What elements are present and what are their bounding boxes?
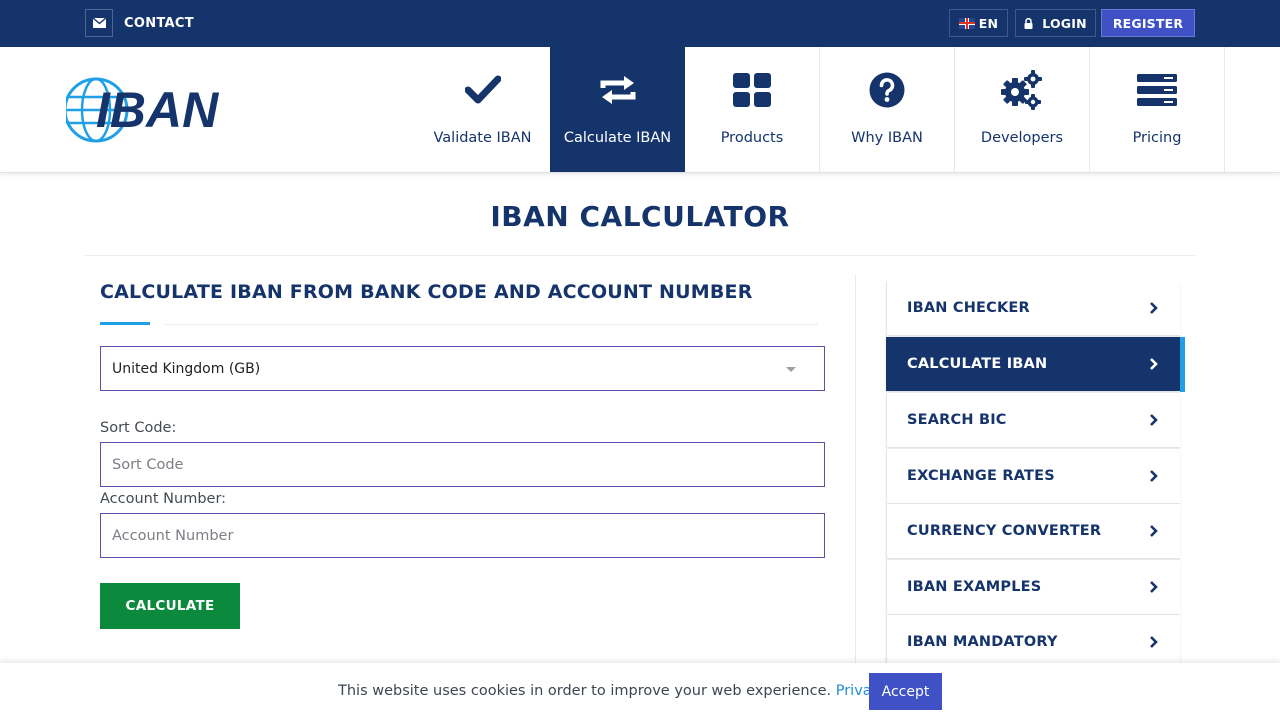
section-divider (165, 324, 818, 325)
dropdown-caret-icon (786, 367, 796, 372)
language-label: EN (978, 15, 999, 31)
cookie-message-text: This website uses cookies in order to im… (338, 683, 832, 699)
nav-validate-iban[interactable]: Validate IBAN (415, 47, 550, 172)
accept-cookies-button[interactable]: Accept (869, 673, 942, 710)
sidebar-item-label: CALCULATE IBAN (907, 356, 1048, 372)
sidebar-item-label: SEARCH BIC (907, 412, 1007, 428)
section-accent-rule (100, 322, 150, 325)
register-button[interactable]: REGISTER (1101, 9, 1195, 37)
question-icon (869, 72, 905, 108)
nav-label: Calculate IBAN (563, 130, 672, 146)
sidebar-item-exchange-rates[interactable]: EXCHANGE RATES (886, 449, 1180, 503)
chevron-right-icon (1149, 580, 1158, 598)
server-stack-icon (1137, 72, 1177, 108)
contact-label: CONTACT (124, 15, 194, 31)
chevron-right-icon (1149, 301, 1158, 319)
login-button[interactable]: LOGIN (1015, 9, 1096, 37)
sort-code-label: Sort Code: (100, 420, 177, 436)
country-select[interactable]: United Kingdom (GB) (100, 346, 825, 391)
sidebar-item-search-bic[interactable]: SEARCH BIC (886, 393, 1180, 447)
lock-icon (1024, 17, 1033, 29)
country-select-value: United Kingdom (GB) (112, 360, 261, 377)
column-divider (855, 275, 856, 675)
sidebar-item-calculate-iban[interactable]: CALCULATE IBAN (886, 337, 1185, 392)
section-title: CALCULATE IBAN FROM BANK CODE AND ACCOUN… (100, 281, 753, 303)
chevron-right-icon (1149, 413, 1158, 431)
nav-label: Why IBAN (851, 130, 923, 146)
sidebar-item-label: IBAN EXAMPLES (907, 579, 1042, 595)
nav-label: Pricing (1132, 130, 1182, 146)
language-selector[interactable]: EN (949, 9, 1008, 37)
swap-arrows-icon (596, 72, 640, 108)
chevron-right-icon (1149, 357, 1158, 375)
sidebar-item-label: IBAN MANDATORY (907, 634, 1058, 650)
sidebar-item-iban-examples[interactable]: IBAN EXAMPLES (886, 560, 1180, 614)
chevron-right-icon (1149, 524, 1158, 542)
cookie-banner: This website uses cookies in order to im… (0, 663, 1280, 720)
main-header: IBAN Validate IBAN Calculate IBAN Produc… (0, 47, 1280, 173)
chevron-right-icon (1149, 635, 1158, 653)
chevron-right-icon (1149, 469, 1158, 487)
nav-label: Products (720, 130, 784, 146)
logo-text: IBAN (96, 82, 219, 138)
sidebar-item-label: IBAN CHECKER (907, 300, 1030, 316)
sidebar-item-currency-converter[interactable]: CURRENCY CONVERTER (886, 504, 1180, 558)
nav-developers[interactable]: Developers (955, 47, 1090, 172)
sort-code-input[interactable] (100, 442, 825, 487)
nav-products[interactable]: Products (685, 47, 820, 172)
nav-pricing[interactable]: Pricing (1090, 47, 1225, 172)
nav-label: Validate IBAN (433, 130, 532, 146)
title-divider (85, 255, 1195, 256)
top-bar: CONTACT EN LOGIN REGISTER (0, 0, 1280, 47)
gears-icon (1000, 70, 1044, 110)
nav-calculate-iban[interactable]: Calculate IBAN (550, 47, 685, 172)
sidebar-item-label: CURRENCY CONVERTER (907, 523, 1102, 539)
page-title: IBAN CALCULATOR (490, 200, 790, 233)
nav-label: Developers (980, 130, 1064, 146)
account-number-input[interactable] (100, 513, 825, 558)
envelope-icon (85, 9, 113, 37)
calculate-button[interactable]: CALCULATE (100, 583, 240, 629)
contact-link[interactable]: CONTACT (85, 9, 194, 37)
sidebar-item-iban-mandatory[interactable]: IBAN MANDATORY (886, 615, 1180, 669)
login-label: LOGIN (1042, 15, 1087, 31)
sidebar-item-iban-checker[interactable]: IBAN CHECKER (886, 281, 1180, 335)
checkmark-icon (464, 72, 501, 108)
cookie-message: This website uses cookies in order to im… (338, 683, 936, 699)
iban-logo[interactable]: IBAN (63, 75, 226, 145)
nav-why-iban[interactable]: Why IBAN (820, 47, 955, 172)
uk-flag-icon (958, 17, 975, 29)
sidebar-item-label: EXCHANGE RATES (907, 468, 1055, 484)
account-number-label: Account Number: (100, 491, 227, 507)
grid-icon (733, 72, 771, 108)
